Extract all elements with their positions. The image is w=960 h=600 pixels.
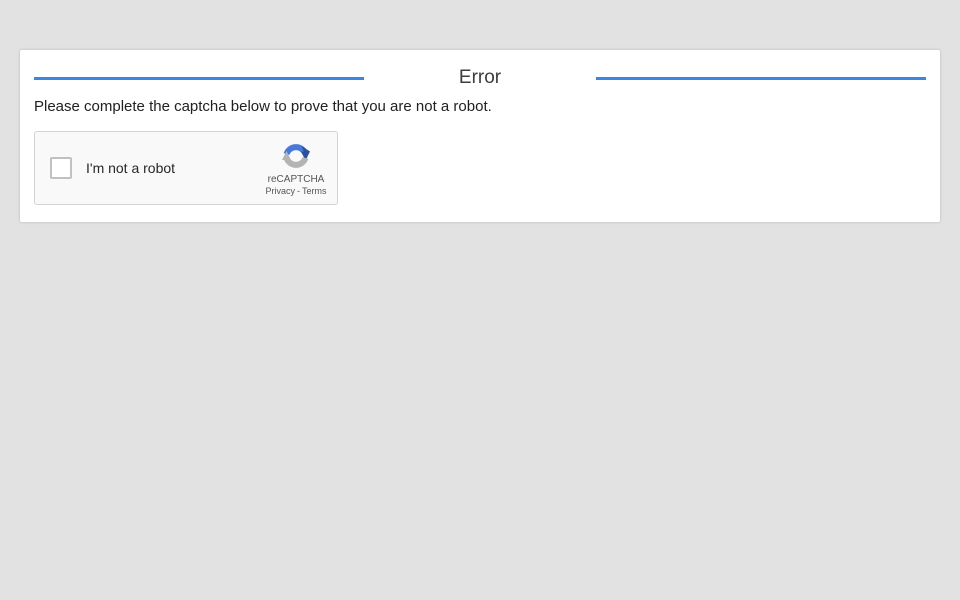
page-title: Error <box>364 66 596 90</box>
recaptcha-logo-icon <box>280 140 312 172</box>
recaptcha-checkbox-label[interactable]: I'm not a robot <box>86 160 175 176</box>
captcha-instruction-text: Please complete the captcha below to pro… <box>34 98 926 116</box>
card-header: Error <box>34 66 926 90</box>
recaptcha-links-separator: - <box>297 186 300 196</box>
recaptcha-privacy-link[interactable]: Privacy <box>265 186 295 196</box>
recaptcha-checkbox[interactable] <box>50 157 72 179</box>
recaptcha-terms-link[interactable]: Terms <box>302 186 327 196</box>
recaptcha-brand-block: reCAPTCHA Privacy-Terms <box>263 140 329 196</box>
divider-line-left <box>34 77 364 80</box>
recaptcha-widget: I'm not a robot reCAPTCHA Privacy-Terms <box>34 131 338 205</box>
divider-line-right <box>596 77 926 80</box>
captcha-error-card: Error Please complete the captcha below … <box>20 50 940 222</box>
recaptcha-links: Privacy-Terms <box>265 187 326 196</box>
recaptcha-brand-text: reCAPTCHA <box>268 175 325 185</box>
